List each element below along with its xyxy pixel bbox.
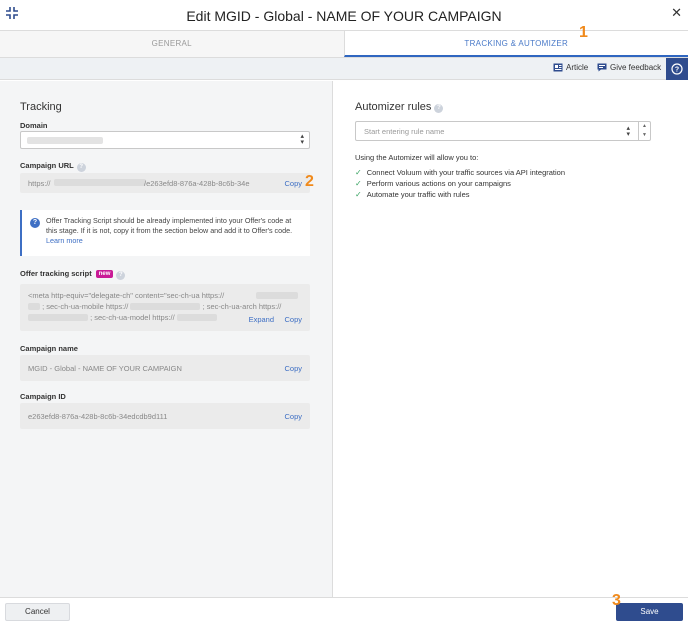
expand-script-button[interactable]: Expand — [249, 314, 274, 325]
rule-spinner[interactable]: ▲ ▼ — [638, 122, 650, 140]
campaign-name-value: MGID - Global - NAME OF YOUR CAMPAIGN — [28, 364, 182, 373]
check-icon: ✓ — [355, 179, 362, 188]
help-icon: ? — [671, 63, 683, 75]
save-button[interactable]: Save — [616, 603, 683, 621]
learn-more-link[interactable]: Learn more — [46, 236, 83, 245]
blurred-script-5 — [176, 314, 217, 321]
list-item: ✓ Perform various actions on your campaig… — [355, 179, 511, 188]
campaign-url-prefix: https:// — [28, 179, 51, 188]
campaign-id-label: Campaign ID — [20, 392, 66, 401]
rule-name-input[interactable]: Start entering rule name ▴ ▾ ▲ ▼ — [355, 121, 651, 141]
campaign-name-label: Campaign name — [20, 344, 78, 353]
blurred-script-2 — [28, 303, 40, 310]
campaign-id-value: e263efd8-876a-428b-8c6b-34edcdb9d111 — [28, 412, 168, 421]
automizer-help-icon[interactable]: ? — [434, 104, 444, 113]
campaign-name-field: MGID - Global - NAME OF YOUR CAMPAIGN Co… — [20, 355, 310, 381]
blurred-domain-value — [27, 137, 103, 144]
dialog-title: Edit MGID - Global - NAME OF YOUR CAMPAI… — [186, 8, 502, 24]
tracking-panel: Tracking Domain ▴ ▾ Campaign URL? https:/… — [0, 81, 333, 597]
select-arrows-icon: ▴ ▾ — [626, 125, 630, 138]
blurred-url — [54, 179, 146, 186]
info-text: Offer Tracking Script should be already … — [46, 216, 293, 235]
copy-id-button[interactable]: Copy — [284, 412, 302, 421]
select-arrows-icon: ▴ ▾ — [300, 133, 304, 146]
rule-name-placeholder: Start entering rule name — [364, 127, 445, 136]
tab-general[interactable]: GENERAL — [0, 31, 344, 57]
automizer-benefits: ✓ Connect Voluum with your traffic source… — [355, 167, 565, 200]
blurred-script-3 — [130, 303, 201, 310]
campaign-url-suffix: /e263efd8-876a-428b-8c6b-34e — [144, 179, 250, 188]
offer-script-label: Offer tracking script new? — [20, 269, 126, 280]
campaign-id-field: e263efd8-876a-428b-8c6b-34edcdb9d111 Cop… — [20, 403, 310, 429]
copy-url-button[interactable]: Copy — [284, 179, 302, 188]
offer-script-field: <meta http-equiv="delegate-ch" content="… — [20, 284, 310, 331]
script-line-3: ; sec-ch-ua-model https:// — [90, 313, 175, 322]
automizer-intro: Using the Automizer will allow you to: — [355, 153, 479, 162]
list-item: ✓ Connect Voluum with your traffic source… — [355, 168, 565, 177]
feedback-icon — [597, 63, 607, 72]
offer-script-help-icon[interactable]: ? — [116, 271, 126, 280]
article-label: Article — [566, 63, 589, 72]
give-feedback-link[interactable]: Give feedback — [597, 63, 661, 72]
info-icon: ? — [30, 218, 40, 228]
check-icon: ✓ — [355, 168, 362, 177]
campaign-url-help-icon[interactable]: ? — [76, 163, 86, 172]
script-line-1: <meta http-equiv="delegate-ch" content="… — [28, 291, 225, 300]
article-icon — [553, 63, 563, 72]
copy-name-button[interactable]: Copy — [284, 364, 302, 373]
toolbar: Article Give feedback ? — [0, 58, 688, 80]
callout-1: 1 — [579, 24, 588, 41]
list-item: ✓ Automate your traffic with rules — [355, 190, 470, 199]
cancel-button[interactable]: Cancel — [5, 603, 70, 621]
new-badge: new — [95, 270, 114, 278]
campaign-url-field: https:// /e263efd8-876a-428b-8c6b-34e Co… — [20, 173, 310, 193]
script-line-2b: ; sec-ch-ua-arch https:// — [202, 302, 282, 311]
dialog-footer: Cancel Save — [0, 597, 688, 626]
callout-3: 3 — [612, 592, 621, 609]
blurred-script-4 — [28, 314, 88, 321]
article-link[interactable]: Article — [553, 63, 588, 72]
script-line-2a: ; sec-ch-ua-mobile https:// — [42, 302, 129, 311]
check-icon: ✓ — [355, 190, 362, 199]
info-box: ? Offer Tracking Script should be alread… — [20, 210, 310, 256]
callout-2: 2 — [305, 173, 314, 190]
copy-script-button[interactable]: Copy — [284, 314, 302, 325]
help-button[interactable]: ? — [666, 58, 688, 80]
automizer-panel: Automizer rules? Start entering rule nam… — [334, 81, 688, 597]
campaign-url-label: Campaign URL? — [20, 161, 86, 172]
automizer-heading: Automizer rules? — [355, 101, 444, 113]
feedback-label: Give feedback — [610, 63, 662, 72]
domain-select[interactable]: ▴ ▾ — [20, 131, 310, 149]
domain-label: Domain — [20, 121, 48, 130]
blurred-script-1 — [256, 292, 298, 299]
tracking-heading: Tracking — [20, 101, 62, 113]
close-icon[interactable]: ✕ — [671, 5, 682, 21]
svg-text:?: ? — [675, 67, 679, 74]
tab-tracking-automizer[interactable]: TRACKING & AUTOMIZER — [343, 31, 688, 57]
